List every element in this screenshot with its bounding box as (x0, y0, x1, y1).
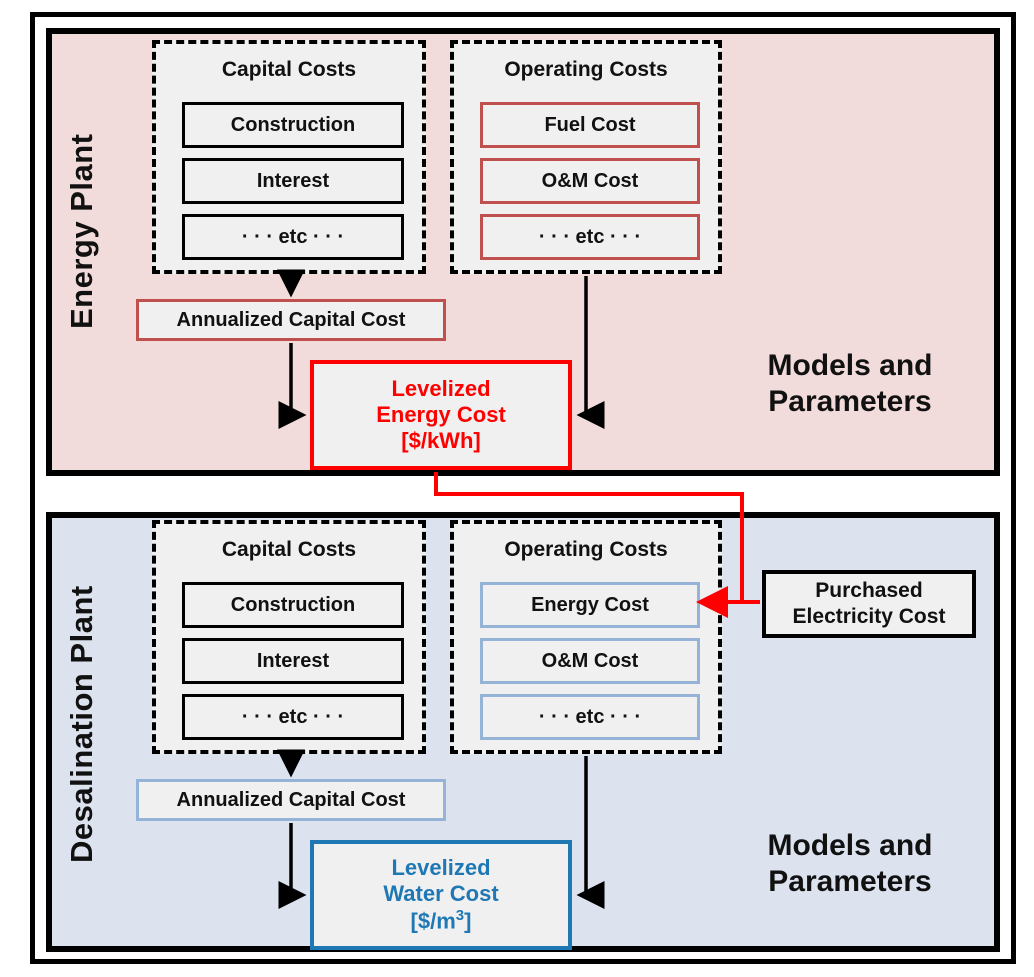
energy-annualized-capital-cost: Annualized Capital Cost (136, 299, 446, 341)
levelized-energy-cost-line2: Energy Cost (376, 402, 506, 428)
desal-annualized-capital-cost: Annualized Capital Cost (136, 779, 446, 821)
desal-models-and-parameters: Models and Parameters (767, 829, 933, 898)
desalination-plant-label: Desalination Plant (64, 585, 99, 863)
levelized-water-cost-line1: Levelized (391, 855, 491, 881)
desal-operating-item-energy-cost: Energy Cost (480, 582, 700, 628)
energy-capital-costs-title: Capital Costs (221, 58, 357, 81)
desal-operating-item-om-cost: O&M Cost (480, 638, 700, 684)
energy-operating-costs-group: Operating Costs Fuel Cost O&M Cost · · ·… (450, 40, 722, 274)
energy-operating-costs-title: Operating Costs (504, 58, 668, 81)
energy-capital-item-interest: Interest (182, 158, 404, 204)
energy-operating-item-fuel-cost: Fuel Cost (480, 102, 700, 148)
energy-operating-item-etc: · · · etc · · · (480, 214, 700, 260)
desal-operating-costs-group: Operating Costs Energy Cost O&M Cost · ·… (450, 520, 722, 754)
levelized-water-cost-box: Levelized Water Cost [$/m3] (310, 840, 572, 950)
energy-capital-item-construction: Construction (182, 102, 404, 148)
purchased-electricity-line1: Purchased (815, 579, 923, 603)
diagram-canvas: Energy Plant Capital Costs Construction … (0, 0, 1034, 977)
desal-operating-item-etc: · · · etc · · · (480, 694, 700, 740)
levelized-energy-cost-line1: Levelized (391, 376, 491, 402)
levelized-energy-cost-unit: [$/kWh] (401, 427, 481, 453)
desal-capital-costs-title: Capital Costs (221, 538, 357, 561)
energy-operating-item-om-cost: O&M Cost (480, 158, 700, 204)
desal-operating-costs-title: Operating Costs (504, 538, 668, 561)
desal-capital-item-construction: Construction (182, 582, 404, 628)
desal-capital-item-etc: · · · etc · · · (182, 694, 404, 740)
levelized-water-cost-unit: [$/m3] (410, 907, 472, 934)
desal-capital-item-interest: Interest (182, 638, 404, 684)
levelized-energy-cost-box: Levelized Energy Cost [$/kWh] (310, 360, 572, 470)
energy-plant-label: Energy Plant (64, 133, 99, 329)
purchased-electricity-cost-box: Purchased Electricity Cost (762, 570, 976, 638)
purchased-electricity-line2: Electricity Cost (792, 605, 946, 628)
levelized-water-cost-line2: Water Cost (383, 881, 499, 907)
energy-capital-costs-group: Capital Costs Construction Interest · · … (152, 40, 426, 274)
energy-capital-item-etc: · · · etc · · · (182, 214, 404, 260)
desal-capital-costs-group: Capital Costs Construction Interest · · … (152, 520, 426, 754)
energy-models-and-parameters: Models and Parameters (767, 349, 933, 418)
